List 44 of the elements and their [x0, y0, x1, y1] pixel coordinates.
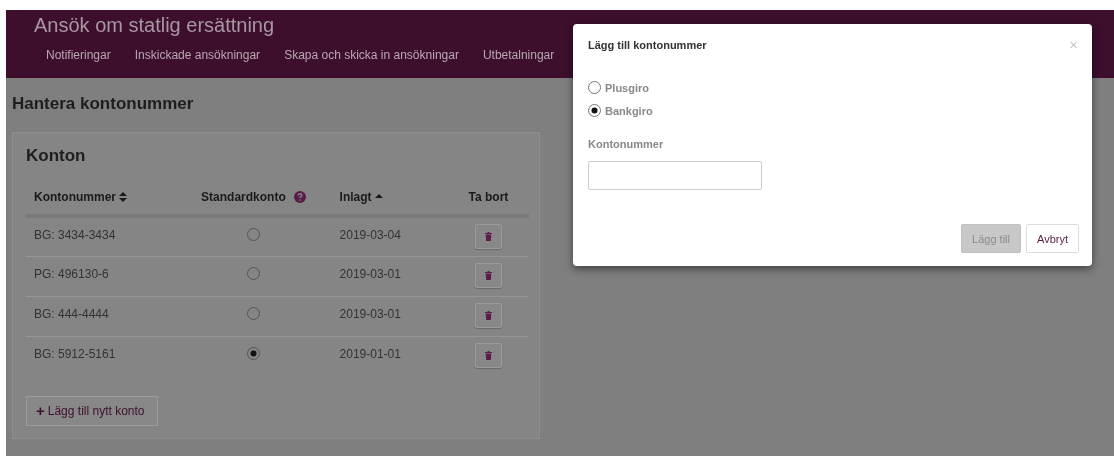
- delete-button[interactable]: [474, 302, 502, 328]
- column-header: Ta bort: [468, 190, 509, 204]
- sort-ascending-icon[interactable]: [374, 193, 383, 201]
- radio-button[interactable]: [588, 104, 601, 117]
- nav-link[interactable]: Utbetalningar: [482, 48, 555, 62]
- field-label: Kontonummer: [588, 138, 664, 150]
- radio-label[interactable]: Plusgiro: [605, 81, 649, 94]
- column-header: Standardkonto: [201, 190, 286, 204]
- trash-icon: [484, 270, 492, 280]
- date-added: 2019-01-01: [339, 346, 401, 361]
- sort-icon[interactable]: [119, 191, 127, 203]
- account-number-field[interactable]: [588, 161, 762, 190]
- delete-button[interactable]: [474, 342, 502, 368]
- delete-button[interactable]: [474, 262, 502, 288]
- app-title: Ansök om statlig ersättning: [34, 14, 275, 37]
- radio-label[interactable]: Bankgiro: [605, 104, 653, 117]
- add-account-button[interactable]: + Lägg till nytt konto: [26, 396, 158, 426]
- radio-button[interactable]: [246, 346, 260, 360]
- account-number: BG: 5912-5161: [34, 346, 116, 361]
- radio-button[interactable]: [246, 306, 260, 320]
- nav-link[interactable]: Inskickade ansökningar: [134, 48, 261, 62]
- date-added: 2019-03-01: [339, 306, 401, 321]
- radio-button[interactable]: [588, 81, 601, 94]
- date-added: 2019-03-04: [339, 228, 401, 242]
- page-heading: Hantera kontonummer: [12, 94, 194, 114]
- radio-button[interactable]: [246, 228, 260, 241]
- help-icon[interactable]: [293, 191, 306, 203]
- cancel-button[interactable]: Avbryt: [1026, 224, 1079, 253]
- trash-icon: [484, 310, 492, 320]
- card-title: Konton: [26, 146, 86, 166]
- nav-link[interactable]: Skapa och skicka in ansökningar: [284, 48, 459, 62]
- dialog-title: Lägg till kontonummer: [588, 39, 707, 53]
- account-number: PG: 496130-6: [34, 266, 109, 281]
- account-number: BG: 3434-3434: [34, 228, 116, 242]
- date-added: 2019-03-01: [339, 266, 401, 281]
- plus-icon: +: [36, 405, 45, 417]
- nav-link[interactable]: Notifieringar: [46, 48, 111, 62]
- trash-icon: [484, 232, 492, 241]
- trash-icon: [484, 350, 492, 360]
- delete-button[interactable]: [474, 224, 502, 249]
- column-header[interactable]: Inlagt: [339, 190, 372, 204]
- account-number: BG: 444-4444: [34, 306, 109, 321]
- column-header[interactable]: Kontonummer: [34, 190, 116, 204]
- radio-button[interactable]: [246, 266, 260, 280]
